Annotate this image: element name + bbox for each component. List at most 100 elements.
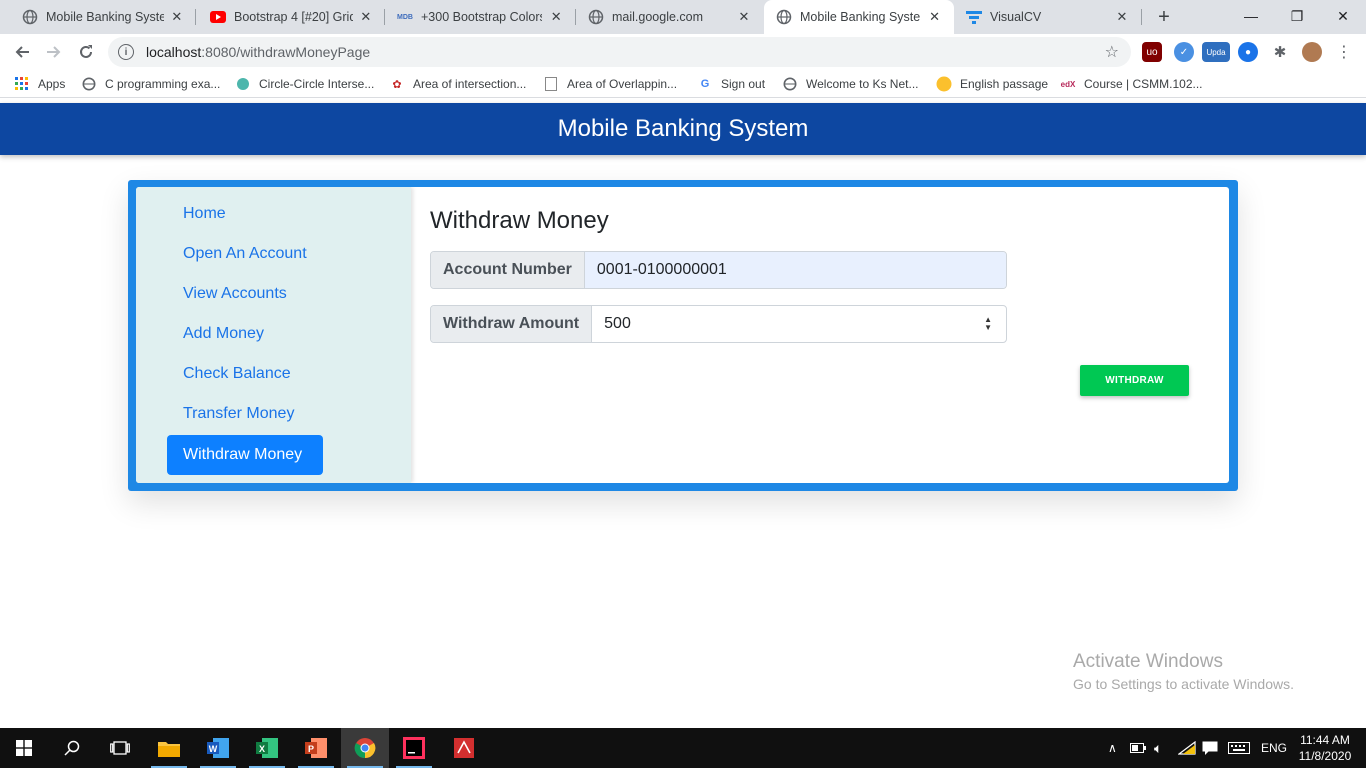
- notification-message-icon[interactable]: [1202, 728, 1218, 768]
- withdraw-amount-field[interactable]: 500: [592, 306, 1006, 342]
- tab-5[interactable]: VisualCV ✕: [954, 0, 1142, 34]
- new-tab-button[interactable]: +: [1152, 5, 1176, 29]
- tab-3[interactable]: mail.google.com ✕: [576, 0, 764, 34]
- tab-2[interactable]: MDB +300 Bootstrap Colors ✕: [385, 0, 576, 34]
- forward-button[interactable]: [40, 38, 68, 66]
- restore-button[interactable]: ❐: [1274, 0, 1320, 32]
- tab-strip: Mobile Banking System ✕ Bootstrap 4 [#20…: [0, 0, 1366, 34]
- update-extension-icon[interactable]: Upda: [1202, 42, 1230, 62]
- tray-chevron-icon[interactable]: ∧: [1108, 728, 1117, 768]
- chrome-taskbar-icon[interactable]: [341, 728, 389, 768]
- sidebar-item-view-accounts[interactable]: View Accounts: [167, 274, 323, 314]
- window-close-button[interactable]: ✕: [1320, 0, 1366, 32]
- url-host: localhost: [146, 44, 202, 60]
- svg-text:W: W: [209, 744, 218, 754]
- chrome-menu-icon[interactable]: ⋮: [1334, 42, 1354, 62]
- sidebar-item-open-account[interactable]: Open An Account: [167, 234, 323, 274]
- withdraw-amount-group: Withdraw Amount 500 ▲ ▼: [430, 305, 1007, 343]
- globe-icon: [588, 9, 604, 25]
- watermark-subtitle: Go to Settings to activate Windows.: [1073, 676, 1294, 692]
- sidebar-item-check-balance[interactable]: Check Balance: [167, 354, 323, 394]
- acrobat-icon[interactable]: [440, 728, 488, 768]
- withdraw-button[interactable]: WITHDRAW: [1080, 365, 1189, 396]
- tab-title: Mobile Banking System: [46, 10, 164, 24]
- number-spinner-icon[interactable]: ▲ ▼: [984, 316, 992, 332]
- browser-toolbar: i localhost:8080/withdrawMoneyPage ☆ uo …: [0, 34, 1366, 70]
- keyboard-icon[interactable]: [1228, 728, 1250, 768]
- sidebar-item-transfer-money[interactable]: Transfer Money: [167, 394, 323, 434]
- edx-icon: edX: [1060, 79, 1076, 89]
- extensions-puzzle-icon[interactable]: ✱: [1270, 42, 1290, 62]
- file-explorer-icon[interactable]: [145, 728, 193, 768]
- ublock-icon[interactable]: uo: [1142, 42, 1162, 62]
- bookmark-label: C programming exa...: [105, 77, 221, 91]
- bookmark-item[interactable]: English passage: [936, 76, 1048, 92]
- tab-title: VisualCV: [990, 10, 1042, 24]
- reload-icon: [80, 45, 92, 58]
- volume-icon[interactable]: 🔈︎: [1154, 728, 1162, 768]
- account-number-label: Account Number: [431, 252, 585, 288]
- tab-4-active[interactable]: Mobile Banking System ✕: [764, 0, 954, 34]
- bookmark-item[interactable]: Area of Overlappin...: [543, 76, 677, 92]
- bookmark-label: Apps: [38, 77, 66, 91]
- clock-date: 11/8/2020: [1298, 749, 1352, 763]
- extension-icon[interactable]: ✓: [1174, 42, 1194, 62]
- search-icon[interactable]: [48, 728, 96, 768]
- tab-title: Mobile Banking System: [800, 10, 922, 24]
- svg-text:X: X: [259, 744, 265, 754]
- close-icon[interactable]: ✕: [170, 9, 184, 25]
- sidebar-item-home[interactable]: Home: [167, 194, 323, 234]
- close-icon[interactable]: ✕: [359, 9, 373, 25]
- taskbar-clock[interactable]: 11:44 AM 11/8/2020: [1292, 732, 1358, 764]
- close-icon[interactable]: ✕: [548, 9, 564, 25]
- minimize-button[interactable]: —: [1228, 0, 1274, 32]
- tab-0[interactable]: Mobile Banking System ✕: [0, 0, 196, 34]
- ba-icon: [936, 76, 952, 92]
- sidebar-item-withdraw-money[interactable]: Withdraw Money: [167, 435, 323, 475]
- back-button[interactable]: [8, 38, 36, 66]
- sidebar-nav: Home Open An Account View Accounts Add M…: [136, 187, 411, 483]
- close-icon[interactable]: ✕: [736, 9, 752, 25]
- intellij-icon[interactable]: [390, 728, 438, 768]
- bookmark-label: Sign out: [721, 77, 766, 91]
- visualcv-icon: [966, 9, 982, 25]
- start-button[interactable]: [0, 728, 48, 768]
- bookmark-label: Area of Overlappin...: [567, 77, 678, 91]
- clock-time: 11:44 AM: [1300, 733, 1350, 747]
- site-info-icon[interactable]: i: [118, 44, 134, 60]
- address-bar[interactable]: i localhost:8080/withdrawMoneyPage ☆: [108, 37, 1131, 67]
- close-icon[interactable]: ✕: [927, 9, 942, 25]
- bookmark-item[interactable]: G Sign out: [697, 76, 765, 92]
- bookmark-star-icon[interactable]: ☆: [1105, 42, 1119, 62]
- profile-avatar[interactable]: [1302, 42, 1322, 62]
- globe-icon: [782, 76, 798, 92]
- translate-extension-icon[interactable]: ●: [1238, 42, 1258, 62]
- back-arrow-icon: [15, 46, 29, 58]
- tab-1[interactable]: Bootstrap 4 [#20] Grid A ✕: [196, 0, 385, 34]
- bookmark-label: Circle-Circle Interse...: [259, 77, 375, 91]
- main-card: Home Open An Account View Accounts Add M…: [136, 187, 1229, 483]
- account-number-field[interactable]: 0001-0100000001: [584, 252, 1006, 288]
- close-icon[interactable]: ✕: [1114, 9, 1130, 25]
- bookmark-label: Course | CSMM.102...: [1084, 77, 1203, 91]
- powerpoint-icon[interactable]: P: [292, 728, 340, 768]
- language-indicator[interactable]: ENG: [1261, 728, 1287, 768]
- wifi-icon[interactable]: [1178, 728, 1196, 768]
- sidebar-item-add-money[interactable]: Add Money: [167, 314, 323, 354]
- bookmark-apps[interactable]: Apps: [14, 76, 65, 92]
- bookmark-item[interactable]: C programming exa...: [81, 76, 220, 92]
- bookmark-item[interactable]: edX Course | CSMM.102...: [1060, 76, 1203, 92]
- bookmark-item[interactable]: Circle-Circle Interse...: [235, 76, 374, 92]
- windows-taskbar: W X P ∧ 🔈︎ ENG 11:44 AM 11/8/2020: [0, 728, 1366, 768]
- battery-icon[interactable]: [1130, 728, 1146, 768]
- bookmark-label: Welcome to Ks Net...: [806, 77, 919, 91]
- excel-icon[interactable]: X: [243, 728, 291, 768]
- bookmark-label: English passage: [960, 77, 1049, 91]
- bookmark-item[interactable]: Welcome to Ks Net...: [782, 76, 918, 92]
- reload-button[interactable]: [72, 38, 100, 66]
- task-view-icon[interactable]: [96, 728, 144, 768]
- tab-title: +300 Bootstrap Colors: [421, 10, 543, 24]
- extension-badge-text: Upda: [1206, 47, 1226, 57]
- bookmark-item[interactable]: ✿ Area of intersection...: [389, 76, 526, 92]
- word-icon[interactable]: W: [194, 728, 242, 768]
